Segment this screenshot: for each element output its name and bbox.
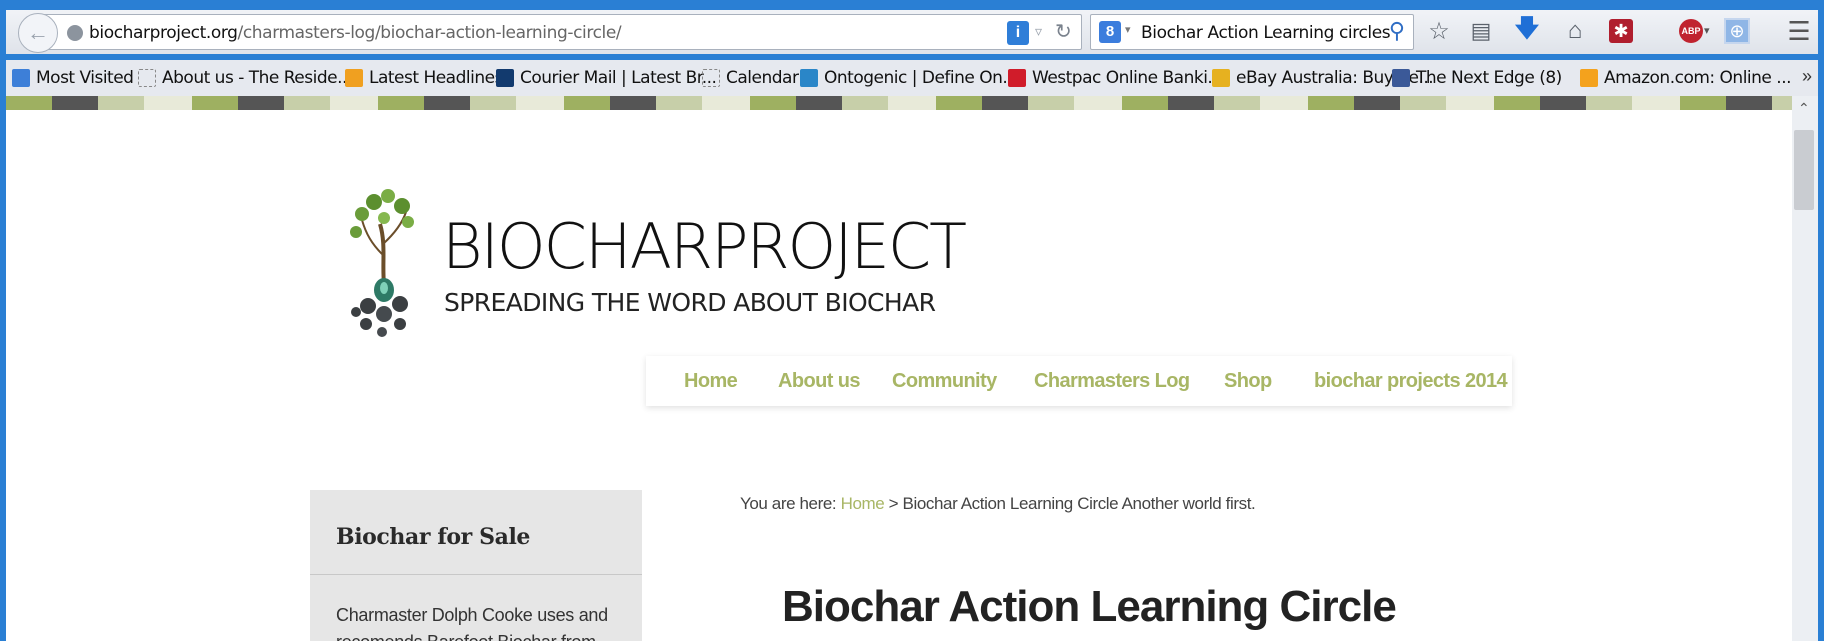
bookmark-star-icon[interactable]: ☆: [1424, 16, 1454, 46]
bookmark-label: Westpac Online Banki...: [1032, 68, 1223, 88]
westpac-icon: [1008, 69, 1026, 87]
amazon-icon: [1580, 69, 1598, 87]
breadcrumb: You are here: Home > Biochar Action Lear…: [740, 494, 1256, 514]
facebook-icon: [1392, 69, 1410, 87]
back-arrow-icon: ←: [27, 20, 49, 45]
search-engine-dropdown-icon[interactable]: ▾: [1125, 23, 1131, 36]
url-path: /charmasters-log/biochar-action-learning…: [237, 23, 622, 43]
page-viewport: BIOCHARPROJECT SPREADING THE WORD ABOUT …: [6, 96, 1792, 641]
url-domain: biocharproject.org: [89, 23, 238, 43]
biochar-tree-logo: [350, 189, 414, 337]
url-text: biocharproject.org/charmasters-log/bioch…: [89, 23, 622, 43]
sidebar-widget: Biochar for Sale Charmaster Dolph Cooke …: [310, 490, 642, 641]
nav-shop[interactable]: Shop: [1224, 370, 1272, 393]
page-icon: [702, 69, 720, 87]
reload-icon[interactable]: ↻: [1055, 19, 1072, 44]
scroll-up-arrow-icon[interactable]: ⌃: [1798, 100, 1810, 117]
nav-charmasters-log[interactable]: Charmasters Log: [1034, 370, 1190, 393]
breadcrumb-current: > Biochar Action Learning Circle Another…: [884, 494, 1256, 513]
vertical-scrollbar[interactable]: ⌃: [1792, 96, 1818, 641]
bookmark-latest-headlines[interactable]: Latest Headlines: [345, 68, 503, 88]
search-bar[interactable]: 8 ▾ Biochar Action Learning circles ⚲: [1090, 14, 1414, 50]
main-navigation: Home About us Community Charmasters Log …: [646, 356, 1512, 406]
bookmark-calendar[interactable]: Calendar: [702, 68, 799, 88]
browser-window: ← biocharproject.org/charmasters-log/bio…: [0, 0, 1824, 641]
hamburger-menu-icon[interactable]: ☰: [1784, 16, 1814, 46]
bookmark-next-edge[interactable]: The Next Edge (8): [1392, 68, 1562, 88]
nav-home[interactable]: Home: [684, 370, 738, 393]
url-bar[interactable]: biocharproject.org/charmasters-log/bioch…: [38, 14, 1082, 50]
site-tagline: SPREADING THE WORD ABOUT BIOCHAR: [444, 288, 936, 317]
bookmark-most-visited[interactable]: Most Visited: [12, 68, 134, 88]
search-input-value[interactable]: Biochar Action Learning circles: [1141, 23, 1391, 43]
home-icon[interactable]: ⌂: [1560, 16, 1590, 46]
bookmark-amazon[interactable]: Amazon.com: Online ...: [1580, 68, 1792, 88]
bookmark-label: Most Visited: [36, 68, 134, 88]
adblock-dropdown-icon[interactable]: ▾: [1704, 24, 1710, 37]
page-title: Biochar Action Learning Circle: [782, 582, 1397, 631]
globe-icon: [67, 25, 83, 41]
scroll-thumb[interactable]: [1794, 130, 1814, 210]
sidebar-text: Charmaster Dolph Cooke uses and recomend…: [336, 605, 608, 641]
bookmark-label: Amazon.com: Online ...: [1604, 68, 1792, 88]
ebay-icon: [1212, 69, 1230, 87]
web-developer-icon[interactable]: ⊕: [1722, 16, 1752, 46]
adblock-plus-icon[interactable]: ABP: [1676, 16, 1706, 46]
downloads-icon[interactable]: 🡇: [1512, 15, 1542, 46]
more-bookmarks-chevron[interactable]: »: [1802, 66, 1812, 87]
courier-mail-icon: [496, 69, 514, 87]
breadcrumb-prefix: You are here:: [740, 494, 841, 513]
bookmarks-menu-icon[interactable]: ▤: [1466, 16, 1496, 46]
bookmark-label: Latest Headlines: [369, 68, 503, 88]
bookmark-label: Courier Mail | Latest Br...: [520, 68, 717, 88]
extension-icon[interactable]: ✱: [1606, 16, 1636, 46]
back-button[interactable]: ←: [18, 13, 58, 53]
ontogenic-icon: [800, 69, 818, 87]
bookmark-label: About us - The Reside...: [162, 68, 352, 88]
page-icon: [138, 69, 156, 87]
decorative-stripe: [6, 96, 1792, 110]
page-info-icon[interactable]: i: [1007, 21, 1029, 45]
bookmark-ontogenic[interactable]: Ontogenic | Define On...: [800, 68, 1018, 88]
nav-about-us[interactable]: About us: [778, 370, 860, 393]
nav-biochar-projects-2014[interactable]: biochar projects 2014: [1314, 370, 1508, 393]
bookmark-label: The Next Edge (8): [1416, 68, 1562, 88]
nav-community[interactable]: Community: [892, 370, 997, 393]
google-search-engine-icon[interactable]: 8: [1099, 21, 1121, 43]
bookmark-about-us[interactable]: About us - The Reside...: [138, 68, 352, 88]
search-go-icon[interactable]: ⚲: [1389, 18, 1405, 44]
bookmark-label: Calendar: [726, 68, 799, 88]
breadcrumb-home-link[interactable]: Home: [841, 494, 885, 513]
bookmark-label: Ontogenic | Define On...: [824, 68, 1018, 88]
sidebar-title: Biochar for Sale: [336, 524, 531, 550]
site-brand-name[interactable]: BIOCHARPROJECT: [442, 210, 967, 283]
sidebar-divider: [310, 574, 642, 575]
bookmark-courier-mail[interactable]: Courier Mail | Latest Br...: [496, 68, 717, 88]
most-visited-icon: [12, 69, 30, 87]
url-dropdown-icon[interactable]: ▿: [1035, 23, 1042, 40]
bookmark-westpac[interactable]: Westpac Online Banki...: [1008, 68, 1223, 88]
rss-icon: [345, 69, 363, 87]
bookmarks-toolbar: Most Visited About us - The Reside... La…: [6, 60, 1818, 96]
